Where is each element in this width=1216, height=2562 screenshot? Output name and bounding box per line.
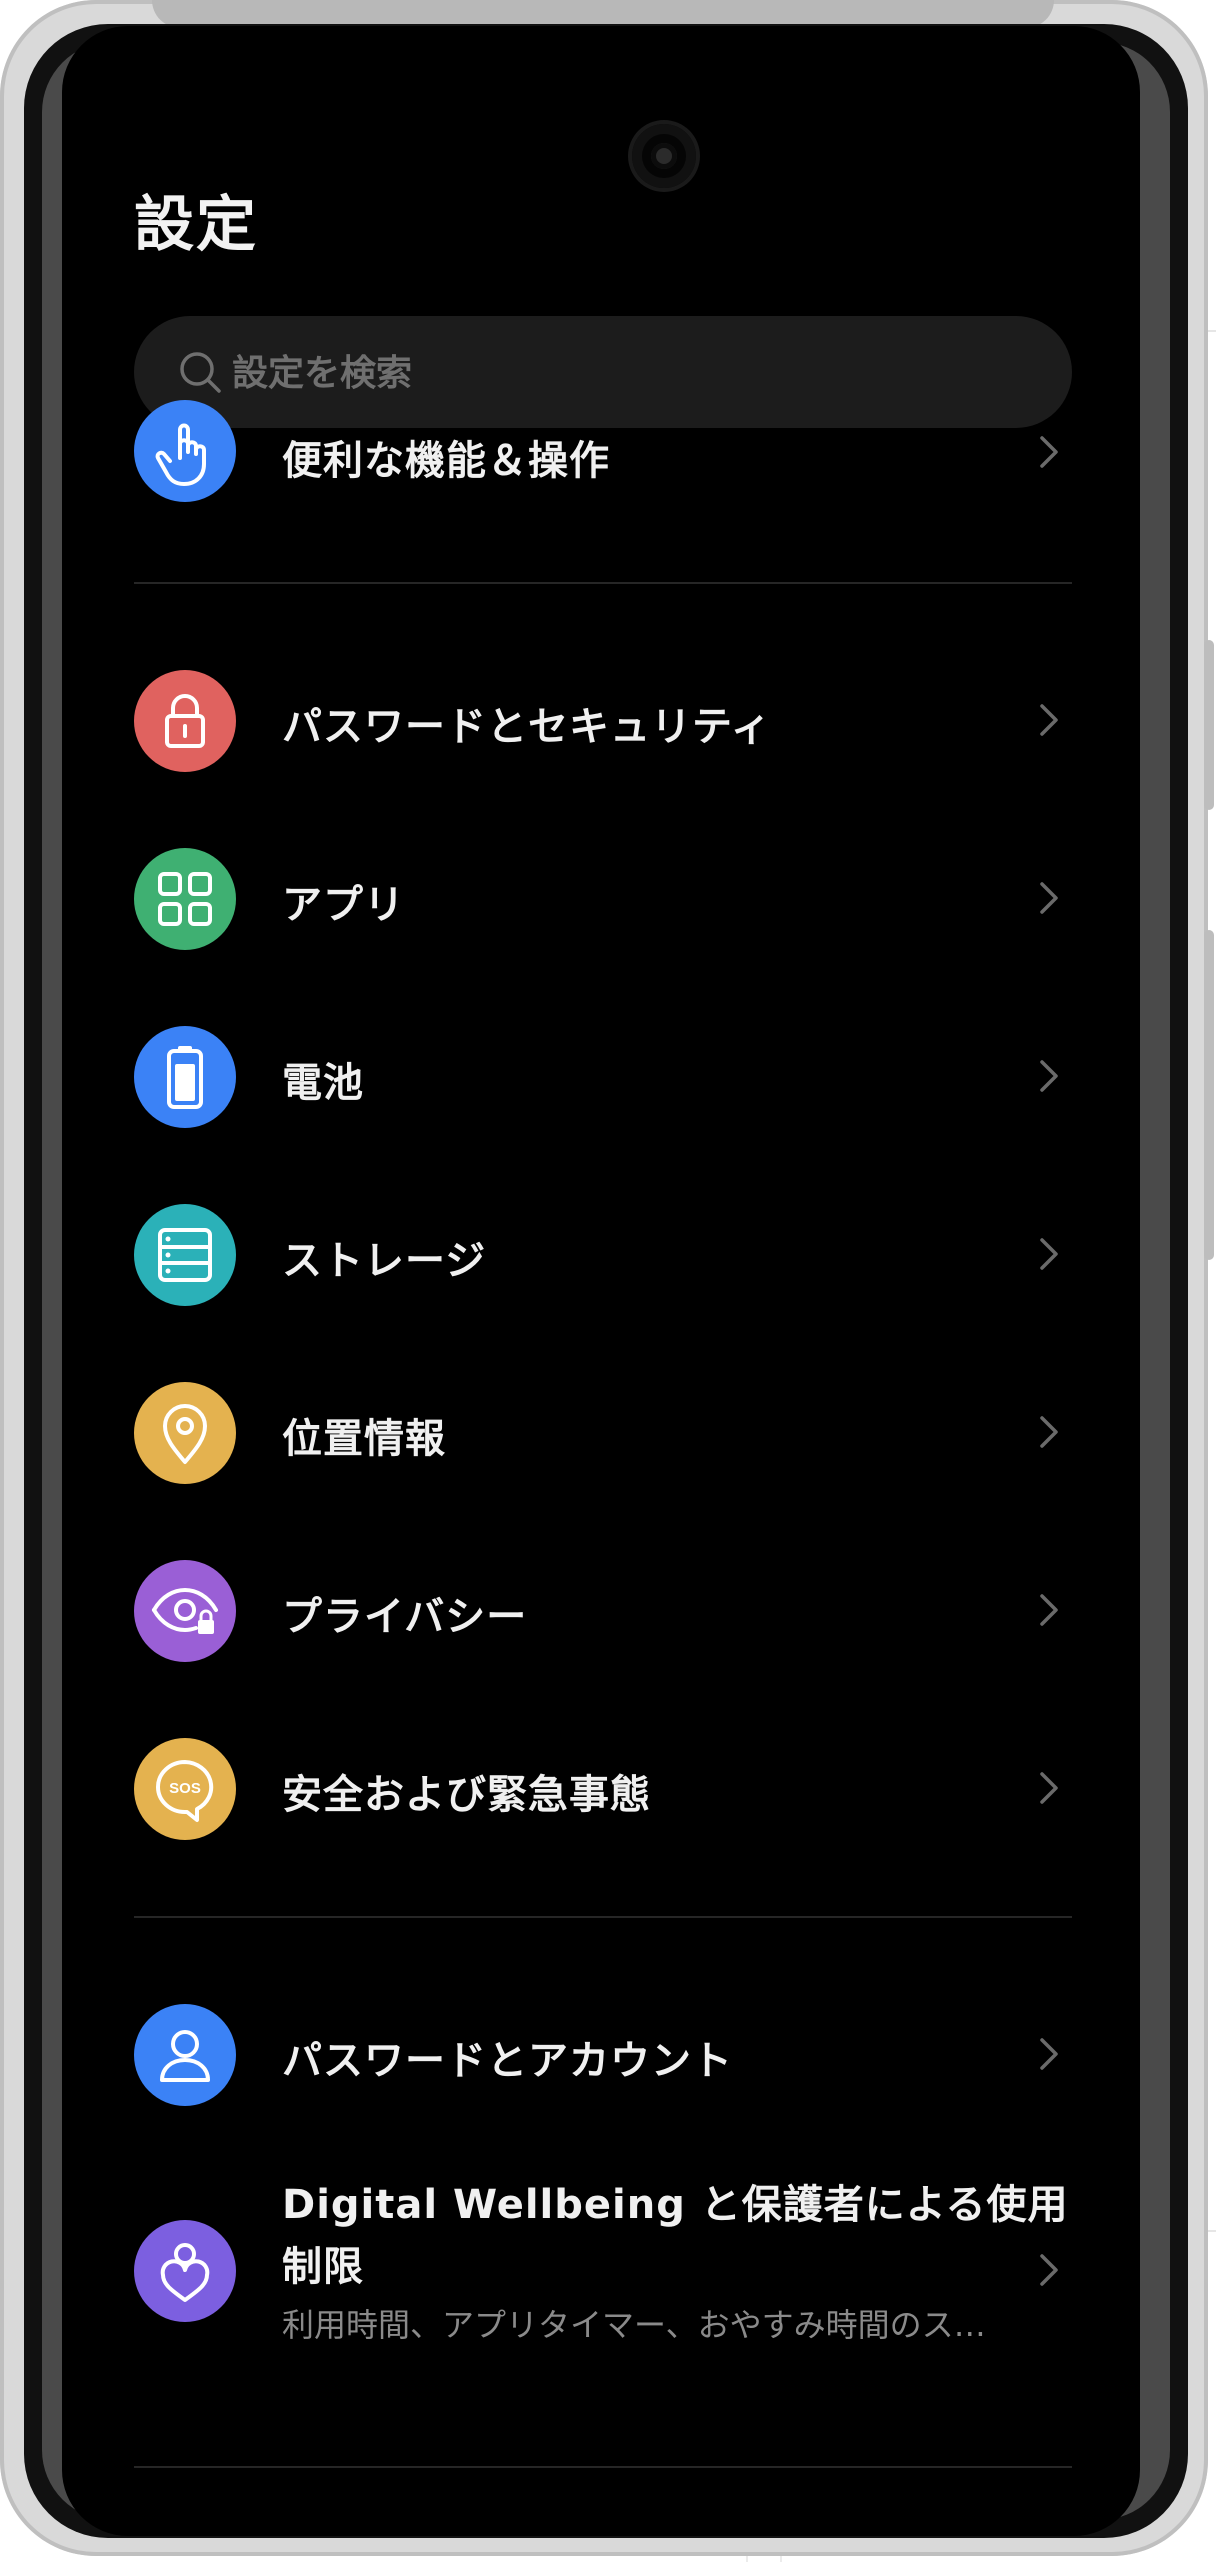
chevron-right-icon	[1040, 1772, 1058, 1804]
storage-icon	[134, 1204, 236, 1306]
chevron-right-icon	[1040, 1238, 1058, 1270]
phone-screen: 設定 便利な機能＆操作 パスワードとセキュリティ	[62, 26, 1140, 2536]
front-camera	[632, 124, 696, 188]
search-input[interactable]	[230, 342, 1034, 404]
settings-item-password-accounts[interactable]: パスワードとアカウント	[134, 2004, 1072, 2154]
settings-item-label: 便利な機能＆操作	[282, 438, 610, 484]
settings-item-battery[interactable]: 電池	[134, 1026, 1072, 1176]
chevron-right-icon	[1040, 704, 1058, 736]
volume-button	[1204, 640, 1214, 810]
settings-item-label: 安全および緊急事態	[282, 1772, 651, 1818]
settings-item-location[interactable]: 位置情報	[134, 1382, 1072, 1532]
settings-item-label: Digital Wellbeing と保護者による使用	[282, 2182, 1069, 2228]
page-title: 設定	[134, 190, 258, 260]
section-divider	[134, 2466, 1072, 2468]
settings-item-label: パスワードとアカウント	[282, 2038, 733, 2084]
battery-icon	[134, 1026, 236, 1128]
settings-item-label-line2: 制限	[282, 2244, 364, 2290]
heart-person-icon	[134, 2220, 236, 2322]
chevron-right-icon	[1040, 1594, 1058, 1626]
section-divider	[134, 582, 1072, 584]
sos-icon: SOS	[134, 1738, 236, 1840]
settings-item-safety-emergency[interactable]: SOS 安全および緊急事態	[134, 1738, 1072, 1888]
privacy-eye-icon	[134, 1560, 236, 1662]
settings-item-label: ストレージ	[282, 1238, 487, 1284]
settings-item-subtitle: 利用時間、アプリタイマー、おやすみ時間のスケ…	[282, 2306, 1012, 2344]
settings-item-password-security[interactable]: パスワードとセキュリティ	[134, 670, 1072, 820]
settings-item-label: プライバシー	[282, 1594, 528, 1640]
settings-item-apps[interactable]: アプリ	[134, 848, 1072, 998]
settings-item-label: アプリ	[282, 882, 405, 928]
apps-grid-icon	[134, 848, 236, 950]
settings-item-convenience[interactable]: 便利な機能＆操作	[134, 400, 1072, 550]
chevron-right-icon	[1040, 1060, 1058, 1092]
settings-item-privacy[interactable]: プライバシー	[134, 1560, 1072, 1710]
settings-item-storage[interactable]: ストレージ	[134, 1204, 1072, 1354]
settings-item-digital-wellbeing[interactable]: Digital Wellbeing と保護者による使用 制限 利用時間、アプリタ…	[134, 2172, 1072, 2392]
settings-item-label: 位置情報	[282, 1416, 446, 1462]
chevron-right-icon	[1040, 1416, 1058, 1448]
search-icon	[180, 352, 221, 393]
chevron-right-icon	[1040, 882, 1058, 914]
chevron-right-icon	[1040, 2038, 1058, 2070]
location-pin-icon	[134, 1382, 236, 1484]
svg-text:SOS: SOS	[169, 1780, 201, 1797]
chevron-right-icon	[1040, 436, 1058, 468]
account-icon	[134, 2004, 236, 2106]
settings-item-label: パスワードとセキュリティ	[282, 704, 772, 750]
power-button	[1204, 930, 1214, 1260]
pointer-hand-icon	[134, 400, 236, 502]
chevron-right-icon	[1040, 2254, 1058, 2286]
lock-icon	[134, 670, 236, 772]
settings-item-label: 電池	[282, 1060, 364, 1106]
section-divider	[134, 1916, 1072, 1918]
